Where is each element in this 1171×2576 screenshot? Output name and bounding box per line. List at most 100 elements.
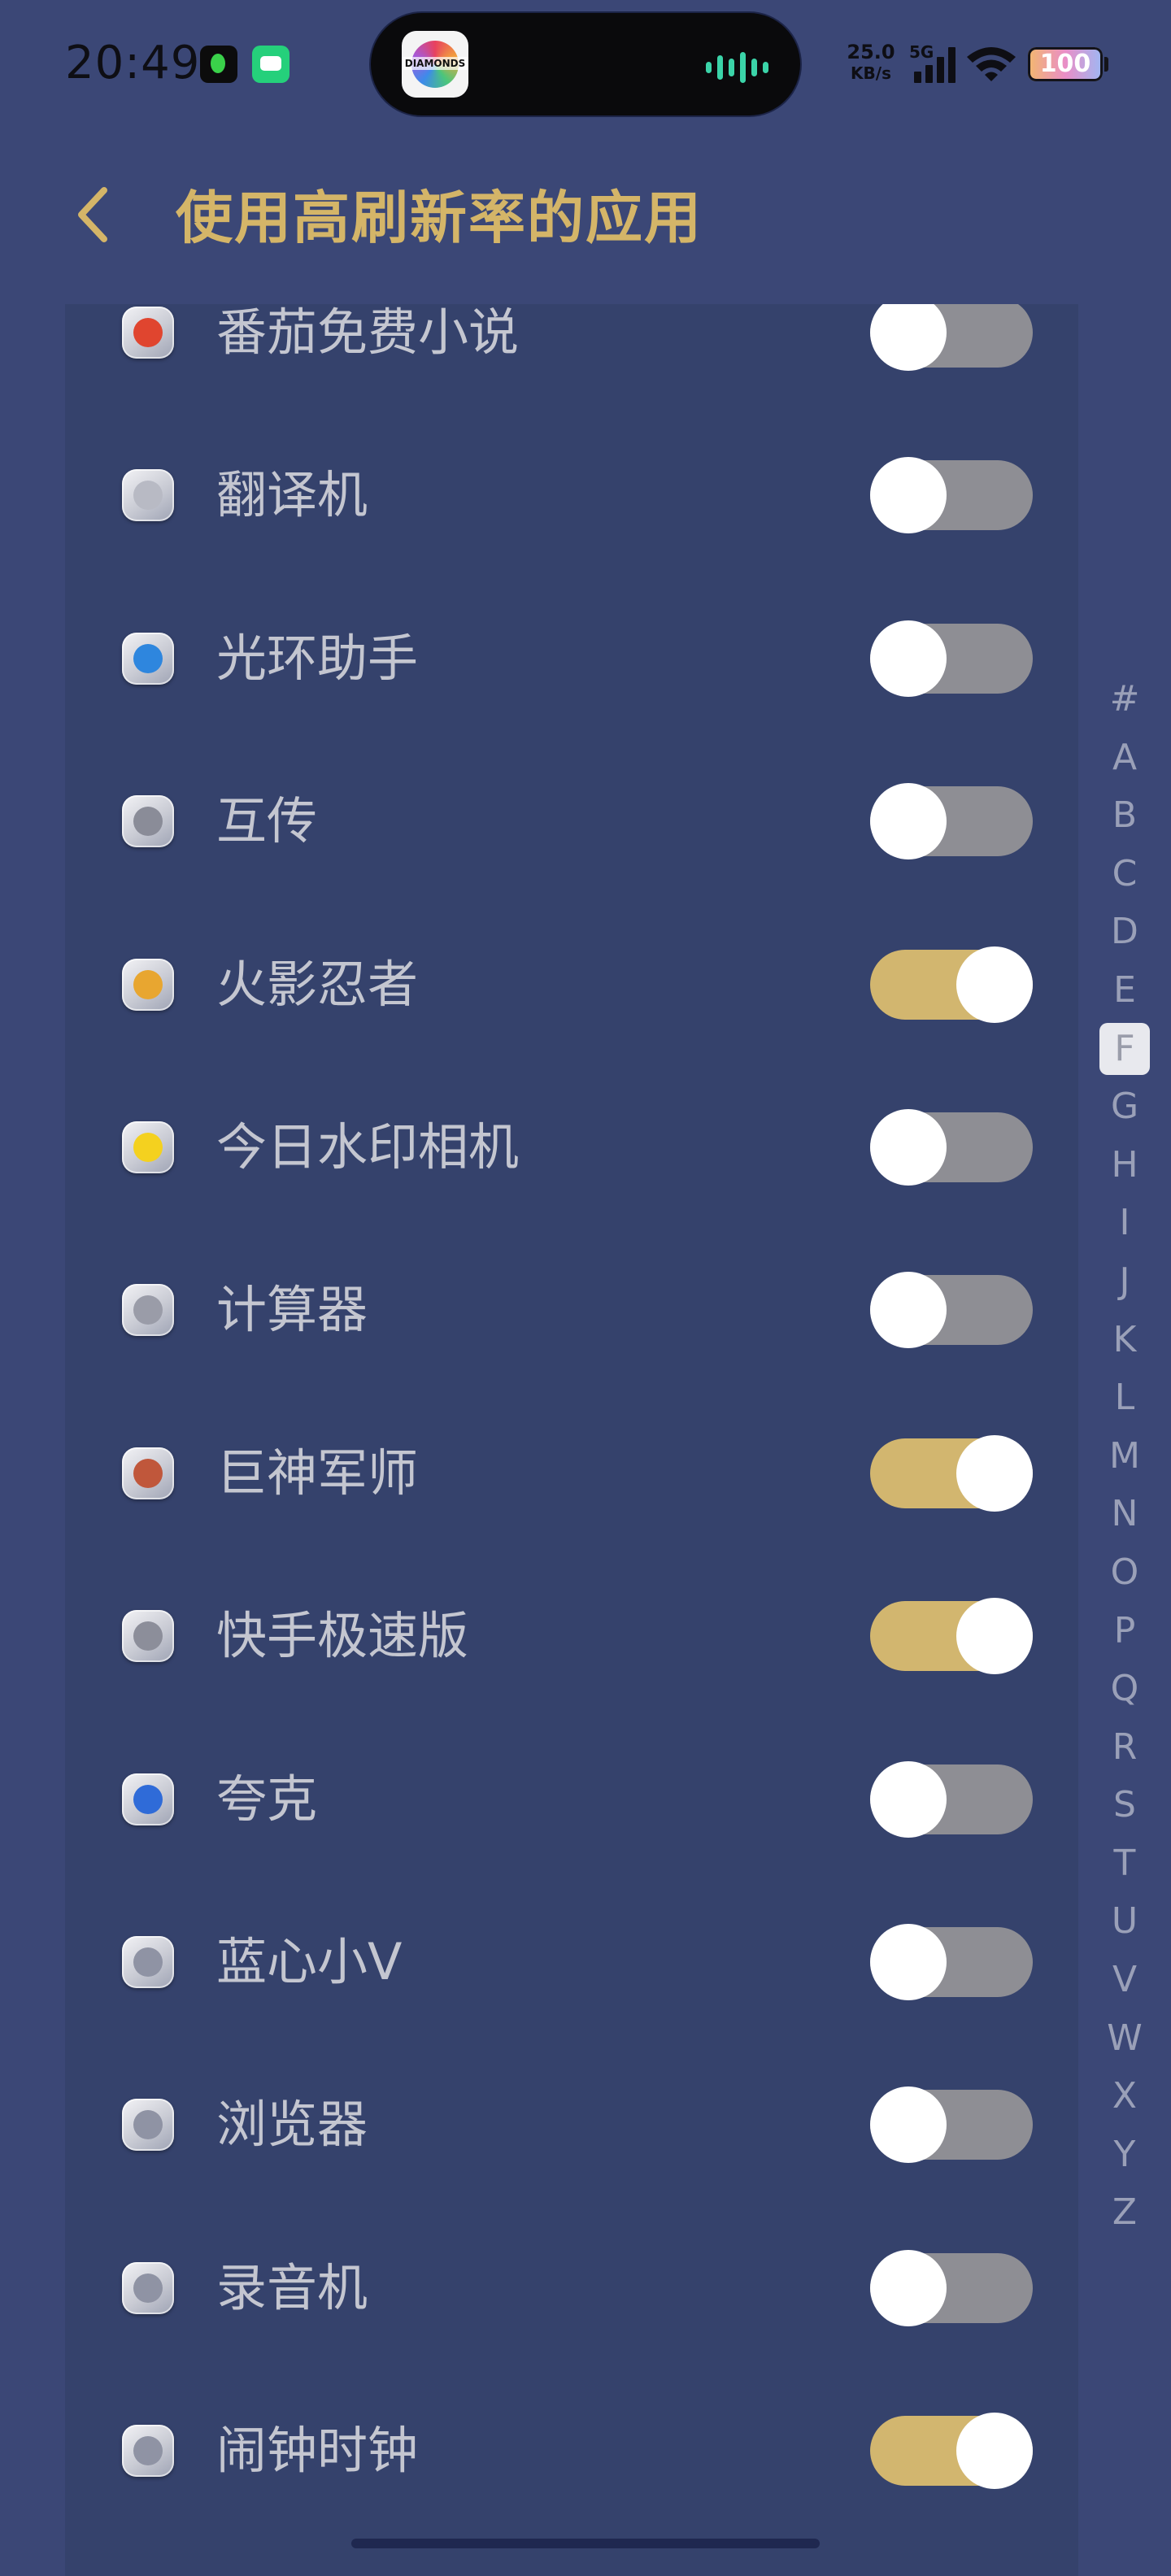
translator-icon (122, 469, 174, 522)
high-refresh-toggle[interactable] (870, 2249, 1033, 2326)
app-list-item[interactable]: 互传 (65, 740, 1078, 903)
status-time: 20:49 (65, 37, 201, 89)
app-name: 番茄免费小说 (216, 304, 520, 362)
music-notification-icon (200, 46, 237, 83)
high-refresh-toggle[interactable] (870, 783, 1033, 860)
app-name: 浏览器 (216, 2095, 368, 2155)
back-button[interactable] (68, 181, 117, 249)
high-refresh-toggle[interactable] (870, 2086, 1033, 2164)
toggle-knob (956, 1598, 1033, 1675)
app-list-item[interactable]: 快手极速版 (65, 1555, 1078, 1717)
alpha-index-letter[interactable]: Q (1095, 1660, 1155, 1718)
alarm-clock-icon-glyph (133, 2436, 163, 2466)
audio-wave-icon (740, 52, 746, 83)
alpha-index-letter[interactable]: X (1095, 2067, 1155, 2126)
lanxin-xiaov-icon-glyph (133, 1947, 163, 1977)
high-refresh-toggle[interactable] (870, 1109, 1033, 1186)
app-name: 光环助手 (216, 628, 419, 688)
app-list[interactable]: 番茄免费小说翻译机光环助手互传火影忍者 今日水印相机 计算器巨神军师快手极速版夸克蓝… (65, 304, 1078, 2576)
alpha-index-letter[interactable]: P (1095, 1602, 1155, 1660)
alpha-index-letter[interactable]: W (1095, 2009, 1155, 2068)
app-list-item[interactable]: 翻译机 (65, 414, 1078, 577)
alpha-index-letter[interactable]: R (1095, 1718, 1155, 1777)
island-app-label: DIAMONDS (402, 57, 468, 70)
alphabet-index[interactable]: # A B C D E F G H I J K L M N O P Q R S T U V W X Y Z (1095, 670, 1155, 2242)
alpha-index-letter[interactable]: D (1095, 903, 1155, 961)
alpha-index-letter[interactable]: Z (1095, 2183, 1155, 2242)
alpha-index-letter[interactable]: Y (1095, 2126, 1155, 2184)
app-list-item[interactable]: 计算器 (65, 1229, 1078, 1391)
app-list-item[interactable]: 巨神军师 (65, 1392, 1078, 1555)
app-list-item[interactable]: 夸克 (65, 1718, 1078, 1881)
alpha-index-letter[interactable]: F (1095, 1020, 1155, 1078)
app-list-item[interactable]: 闹钟时钟 (65, 2369, 1078, 2532)
app-name: 互传 (216, 791, 318, 851)
app-name: 蓝心小V (216, 1932, 403, 1991)
app-list-item[interactable]: 光环助手 (65, 577, 1078, 740)
app-name: 快手极速版 (216, 1606, 469, 1666)
recorder-icon (122, 2261, 174, 2314)
app-name: 录音机 (216, 2257, 368, 2317)
high-refresh-toggle[interactable] (870, 1598, 1033, 1675)
high-refresh-toggle[interactable] (870, 1272, 1033, 1349)
home-indicator[interactable] (351, 2539, 820, 2548)
high-refresh-toggle[interactable] (870, 1924, 1033, 2000)
high-refresh-toggle[interactable] (870, 457, 1033, 534)
toggle-knob (870, 620, 947, 697)
alpha-index-letter[interactable]: # (1095, 670, 1155, 729)
high-refresh-toggle[interactable] (870, 1760, 1033, 1838)
alpha-index-letter[interactable]: G (1095, 1077, 1155, 1136)
high-refresh-toggle[interactable] (870, 2413, 1033, 2490)
alpha-index-letter[interactable]: M (1095, 1427, 1155, 1486)
high-refresh-toggle[interactable] (870, 1434, 1033, 1512)
alpha-index-letter[interactable]: V (1095, 1951, 1155, 2009)
alpha-index-letter[interactable]: H (1095, 1136, 1155, 1194)
high-refresh-toggle[interactable] (870, 620, 1033, 697)
alarm-clock-icon (122, 2425, 174, 2478)
high-refresh-toggle[interactable] (870, 304, 1033, 371)
alpha-index-letter[interactable]: O (1095, 1543, 1155, 1602)
fanqie-novel-icon (122, 307, 174, 359)
app-list-item[interactable]: 蓝心小V (65, 1881, 1078, 2043)
high-refresh-toggle[interactable] (870, 946, 1033, 1023)
dynamic-island[interactable]: DIAMONDS (371, 13, 800, 115)
alpha-index-letter[interactable]: C (1095, 845, 1155, 903)
island-app-icon: DIAMONDS (402, 31, 468, 98)
alpha-index-letter[interactable]: U (1095, 1892, 1155, 1951)
alpha-index-letter[interactable]: J (1095, 1252, 1155, 1311)
translator-icon-glyph (133, 481, 163, 511)
watermark-camera-icon-glyph (133, 1133, 163, 1162)
network-speed-unit: KB/s (851, 63, 891, 83)
toggle-knob (870, 783, 947, 860)
alpha-index-letter[interactable]: N (1095, 1485, 1155, 1543)
browser-icon-glyph (133, 2110, 163, 2140)
lanxin-xiaov-icon (122, 1936, 174, 1988)
alpha-index-letter[interactable]: L (1095, 1368, 1155, 1427)
alpha-index-letter[interactable]: E (1095, 961, 1155, 1020)
alpha-index-letter[interactable]: T (1095, 1834, 1155, 1893)
audio-wave-icon (763, 62, 768, 73)
audio-wave-icon (717, 55, 723, 80)
toggle-knob (956, 1434, 1033, 1512)
guanghuan-helper-icon-glyph (133, 643, 163, 673)
app-list-item[interactable]: 火影忍者 (65, 903, 1078, 1066)
app-name: 巨神军师 (216, 1442, 419, 1503)
calculator-icon-glyph (133, 1295, 163, 1325)
alpha-index-letter[interactable]: A (1095, 729, 1155, 787)
toggle-knob (956, 946, 1033, 1023)
alpha-index-letter[interactable]: S (1095, 1776, 1155, 1834)
alpha-index-letter[interactable]: K (1095, 1311, 1155, 1369)
browser-icon (122, 2099, 174, 2152)
app-list-item[interactable]: 浏览器 (65, 2043, 1078, 2206)
jushen-junshi-icon-glyph (133, 1458, 163, 1488)
kuaishou-lite-icon-glyph (133, 1621, 163, 1651)
app-list-item[interactable]: 番茄免费小说 (65, 304, 1078, 414)
alpha-index-letter[interactable]: I (1095, 1194, 1155, 1252)
guanghuan-helper-icon (122, 632, 174, 685)
audio-wave-icon (729, 59, 734, 76)
alpha-index-letter[interactable]: B (1095, 786, 1155, 845)
app-list-item[interactable]: 今日水印相机 (65, 1066, 1078, 1229)
battery-indicator: 100 (1028, 47, 1103, 81)
message-notification-icon (252, 46, 289, 83)
app-list-item[interactable]: 录音机 (65, 2207, 1078, 2369)
